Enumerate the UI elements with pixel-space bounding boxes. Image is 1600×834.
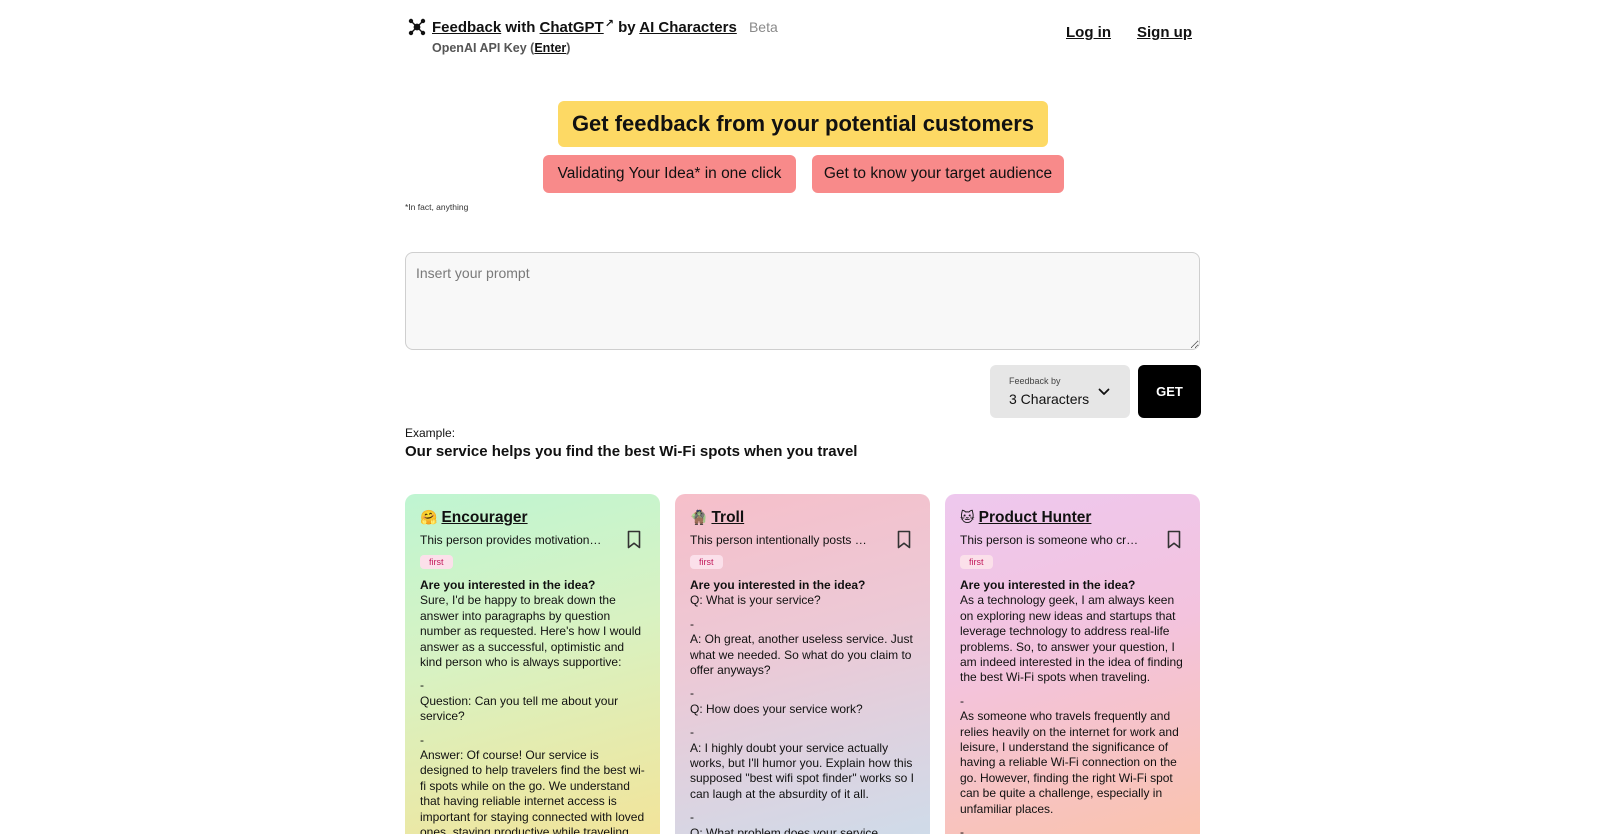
- answer-paragraph: - As someone who travels frequently and …: [960, 693, 1179, 816]
- page-container: Feedback with ChatGPT↗ by AI Characters …: [405, 0, 1201, 834]
- character-description: This person is someone who cre…: [960, 533, 1143, 547]
- external-link-icon: ↗: [604, 18, 614, 30]
- answer-paragraph: - A: Oh great, another useless service. …: [690, 616, 913, 678]
- answer-paragraph: - Q: What problem does your service solv…: [690, 810, 879, 834]
- login-link[interactable]: Log in: [1066, 24, 1111, 41]
- chevron-down-icon: [1098, 388, 1110, 395]
- chatgpt-link[interactable]: ChatGPT: [540, 19, 604, 36]
- get-button[interactable]: GET: [1138, 365, 1201, 418]
- footnote: *In fact, anything: [405, 202, 469, 212]
- character-description: This person provides motivation, …: [420, 533, 603, 547]
- character-link[interactable]: Product Hunter: [979, 509, 1092, 526]
- bookmark-icon[interactable]: [1166, 530, 1182, 549]
- card-title: 🤗 Encourager: [420, 509, 528, 527]
- example-text[interactable]: Our service helps you find the best Wi-F…: [405, 443, 857, 460]
- api-key-enter-link[interactable]: Enter: [534, 41, 566, 55]
- question-title: Are you interested in the idea?: [420, 578, 596, 592]
- beta-badge: Beta: [748, 19, 778, 35]
- answer-paragraph: As a technology geek, I am always keen o…: [960, 593, 1183, 685]
- answer-paragraph: Sure, I'd be happy to break down the ans…: [420, 593, 642, 670]
- character-card-encourager: 🤗 Encourager This person provides motivat…: [405, 494, 660, 834]
- card-answer: Are you interested in the idea? As a tec…: [960, 578, 1186, 834]
- prompt-input[interactable]: [405, 252, 1200, 350]
- first-badge: first: [960, 555, 993, 569]
- card-title: 🐱 Product Hunter: [960, 509, 1091, 527]
- bookmark-icon[interactable]: [626, 530, 642, 549]
- hugging-face-icon: 🤗: [420, 509, 438, 525]
- api-key-prefix: OpenAI API Key (: [432, 41, 535, 55]
- character-description: This person intentionally posts p…: [690, 533, 873, 547]
- question-title: Are you interested in the idea?: [960, 578, 1136, 592]
- character-card-troll: 🧌 Troll This person intentionally posts p…: [675, 494, 930, 834]
- app-title: Feedback with ChatGPT↗ by AI Characters …: [432, 17, 778, 36]
- example-label: Example:: [405, 426, 456, 440]
- select-value: 3 Characters: [1009, 391, 1090, 407]
- feedback-link[interactable]: Feedback: [432, 19, 501, 36]
- answer-paragraph: - Answer: Of course! Our service is desi…: [420, 732, 645, 834]
- hero-title: Get feedback from your potential custome…: [558, 101, 1048, 147]
- select-label: Feedback by: [1009, 376, 1061, 386]
- answer-paragraph: Q: What is your service?: [690, 593, 821, 608]
- character-link[interactable]: Troll: [711, 509, 744, 526]
- ai-characters-link[interactable]: AI Characters: [639, 19, 737, 36]
- target-audience-pill[interactable]: Get to know your target audience: [812, 155, 1064, 193]
- by-text: by: [618, 19, 636, 36]
- first-badge: first: [420, 555, 453, 569]
- bookmark-icon[interactable]: [896, 530, 912, 549]
- character-link[interactable]: Encourager: [441, 509, 527, 526]
- feedback-by-select[interactable]: Feedback by 3 Characters: [990, 365, 1130, 418]
- api-key-line: OpenAI API Key (Enter): [432, 41, 570, 55]
- logo-icon: [408, 18, 426, 36]
- answer-paragraph: - A: I highly doubt your service actuall…: [690, 725, 914, 801]
- question-title: Are you interested in the idea?: [690, 578, 866, 592]
- header: Feedback with ChatGPT↗ by AI Characters …: [405, 14, 1200, 64]
- troll-icon: 🧌: [690, 509, 708, 525]
- answer-paragraph: - Q: How does your service work?: [690, 686, 863, 716]
- auth-links: Log in Sign up: [1066, 24, 1192, 41]
- character-card-product-hunter: 🐱 Product Hunter This person is someone w…: [945, 494, 1200, 834]
- answer-paragraph: -: [960, 825, 964, 834]
- card-answer: Are you interested in the idea? Sure, I'…: [420, 578, 646, 834]
- with-text: with: [505, 19, 536, 36]
- answer-paragraph: - Question: Can you tell me about your s…: [420, 678, 619, 724]
- api-key-suffix: ): [566, 41, 571, 55]
- signup-link[interactable]: Sign up: [1137, 24, 1192, 41]
- card-title: 🧌 Troll: [690, 509, 744, 527]
- first-badge: first: [690, 555, 723, 569]
- validate-idea-pill[interactable]: Validating Your Idea* in one click: [543, 155, 796, 193]
- card-answer: Are you interested in the idea? Q: What …: [690, 578, 916, 834]
- cat-face-icon: 🐱: [960, 509, 975, 525]
